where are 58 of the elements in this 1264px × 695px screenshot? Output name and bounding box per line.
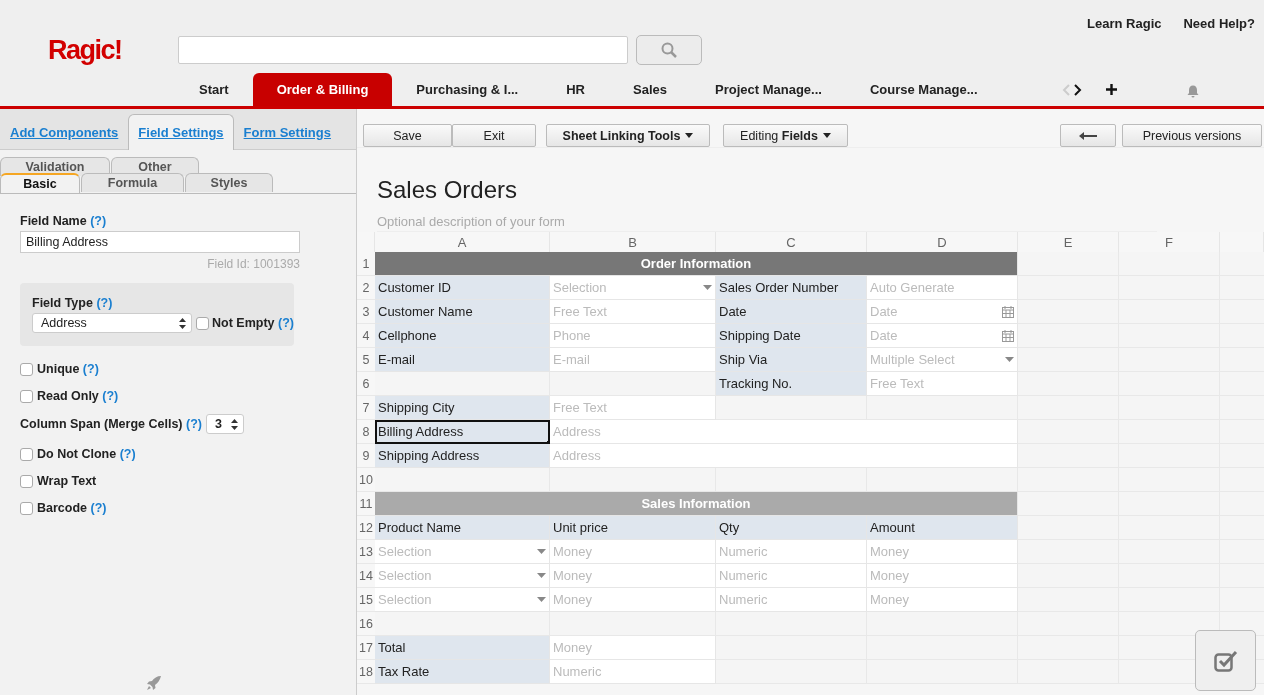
nav-tab[interactable]: Purchasing & I...	[392, 73, 543, 106]
field-label-cell[interactable]: Tracking No.	[716, 372, 867, 396]
field-label-cell[interactable]: E-mail	[375, 348, 550, 372]
settings-tab[interactable]: Basic	[0, 173, 80, 193]
previous-versions-button[interactable]: Previous versions	[1122, 124, 1262, 147]
field-label: Field Type (?)	[32, 296, 114, 310]
field-label-cell[interactable]: Tax Rate	[375, 660, 550, 684]
field-label-cell[interactable]: Shipping Date	[716, 324, 867, 348]
field-label: Field Name (?)	[20, 214, 108, 228]
field-label-cell[interactable]: Amount	[867, 516, 1018, 540]
settings-tab[interactable]: Formula	[81, 173, 184, 192]
field-label-cell[interactable]: Shipping Address	[375, 444, 550, 468]
field-label-cell[interactable]: Customer Name	[375, 300, 550, 324]
checkbox-label: Not Empty (?)	[212, 316, 294, 330]
option-label: Unique (?)	[37, 362, 99, 376]
nav-tab[interactable]: Order & Billing	[252, 73, 393, 106]
field-label-cell[interactable]: Sales Order Number	[716, 276, 867, 300]
toolbar-button[interactable]: Sheet Linking Tools	[546, 124, 710, 147]
option-label: Read Only (?)	[37, 389, 119, 403]
panel-tab[interactable]: Add Components	[4, 115, 125, 149]
field-label-cell[interactable]: Qty	[716, 516, 867, 540]
panel-tab[interactable]: Form Settings	[237, 115, 337, 149]
column-header[interactable]: B	[550, 232, 716, 252]
toolbar-button[interactable]: Exit	[452, 124, 536, 147]
field-name-input[interactable]: Billing Address	[20, 231, 300, 253]
logo[interactable]: Ragic!	[0, 34, 178, 66]
header-link[interactable]: Learn Ragic	[1087, 16, 1162, 34]
option-label: Wrap Text	[37, 474, 97, 488]
field-label-cell[interactable]: Billing Address	[375, 420, 550, 444]
field-label-cell[interactable]: Cellphone	[375, 324, 550, 348]
nav-tab[interactable]: HR	[542, 73, 609, 106]
toolbar-button[interactable]: Save	[363, 124, 452, 147]
column-header[interactable]: C	[716, 232, 867, 252]
field-label-cell[interactable]: Ship Via	[716, 348, 867, 372]
nav-tab[interactable]: Start	[175, 73, 253, 106]
field-label-cell[interactable]: Shipping City	[375, 396, 550, 420]
field-label-cell[interactable]: Customer ID	[375, 276, 550, 300]
field-label-cell[interactable]: Total	[375, 636, 550, 660]
form-title: Sales Orders	[377, 176, 519, 204]
nav-tab[interactable]: Course Manage...	[845, 73, 1002, 106]
field-id: Field Id: 1001393	[206, 257, 300, 271]
nav-tab[interactable]: Sales	[609, 73, 691, 106]
section-header[interactable]: Order Information	[375, 252, 1018, 276]
field-label-cell[interactable]: Date	[716, 300, 867, 324]
settings-tab[interactable]: Styles	[185, 173, 273, 192]
field-label-cell[interactable]: Product Name	[375, 516, 550, 540]
column-span-select[interactable]: 3	[206, 414, 244, 434]
option-label: Do Not Clone (?)	[37, 447, 136, 461]
option-label: Barcode (?)	[37, 501, 107, 515]
column-header[interactable]: D	[867, 232, 1018, 252]
toolbar-button[interactable]: Editing Fields	[723, 124, 848, 147]
header-link[interactable]: Need Help?	[1183, 16, 1255, 34]
field-label-cell[interactable]: Unit price	[550, 516, 716, 540]
panel-tab[interactable]: Field Settings	[128, 114, 234, 150]
column-header[interactable]: A	[375, 232, 550, 252]
nav-tab[interactable]: Project Manage...	[691, 73, 846, 106]
field-type-select[interactable]: Address	[32, 313, 193, 333]
option-label: Column Span (Merge Cells) (?)	[20, 417, 202, 431]
